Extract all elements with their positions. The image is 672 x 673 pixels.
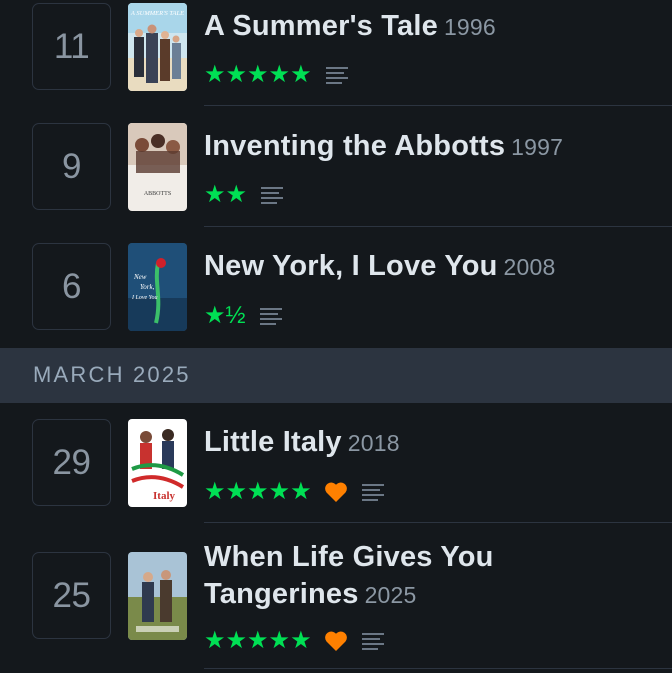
entry-meta: ★★★★★: [204, 479, 384, 505]
review-lines-icon[interactable]: [361, 632, 384, 650]
film-title[interactable]: Tangerines 2025: [204, 576, 664, 613]
review-lines-icon[interactable]: [259, 307, 282, 325]
diary-list: 11 A SUMMER'S TALE A Summer's Tale 1996 ★…: [0, 0, 672, 673]
poster-art: New York, I Love You: [128, 243, 187, 331]
film-title-text[interactable]: New York, I Love You: [204, 250, 498, 282]
month-label: MARCH 2025: [33, 362, 191, 387]
month-header: MARCH 2025: [0, 348, 672, 403]
film-title-text[interactable]: Little Italy: [204, 426, 342, 458]
divider: [204, 105, 672, 106]
film-poster[interactable]: Italy: [128, 419, 187, 507]
film-title[interactable]: New York, I Love You 2008: [204, 248, 664, 285]
poster-title: A SUMMER'S TALE: [130, 10, 184, 17]
film-poster[interactable]: New York, I Love You: [128, 243, 187, 331]
divider: [204, 668, 672, 669]
day-number[interactable]: 25: [32, 552, 111, 639]
rating-stars: ★★: [204, 181, 248, 208]
film-title-text-line1[interactable]: When Life Gives You: [204, 541, 494, 573]
film-title-text[interactable]: Inventing the Abbotts: [204, 130, 505, 162]
poster-title: ABBOTTS: [144, 191, 171, 197]
film-title-text[interactable]: A Summer's Tale: [204, 10, 438, 42]
day-number[interactable]: 9: [32, 123, 111, 210]
film-title[interactable]: A Summer's Tale 1996: [204, 8, 664, 45]
film-poster[interactable]: A SUMMER'S TALE: [128, 3, 187, 91]
film-title-text-line2[interactable]: Tangerines: [204, 578, 359, 610]
heart-icon[interactable]: [324, 481, 348, 503]
film-year[interactable]: 2018: [348, 430, 400, 456]
review-lines-icon[interactable]: [361, 483, 384, 501]
film-title[interactable]: When Life Gives You: [204, 539, 664, 575]
day-number[interactable]: 6: [32, 243, 111, 330]
entry-meta: ★★★★★: [204, 628, 384, 654]
divider: [204, 226, 672, 227]
heart-icon[interactable]: [324, 630, 348, 652]
entry-meta: ★★: [204, 181, 284, 208]
poster-art: Italy: [128, 419, 187, 507]
poster-art: ABBOTTS: [128, 123, 187, 211]
film-poster[interactable]: ABBOTTS: [128, 123, 187, 211]
svg-text:York,: York,: [140, 283, 155, 291]
rating-stars: ★★★★★: [204, 478, 312, 505]
film-title[interactable]: Little Italy 2018: [204, 424, 664, 461]
rating-stars: ★★★★★: [204, 61, 312, 88]
rating-stars: ★½: [204, 302, 246, 329]
entry-meta: ★½: [204, 303, 282, 329]
film-poster[interactable]: [128, 552, 187, 640]
poster-art: A SUMMER'S TALE: [128, 3, 187, 91]
entry-meta: ★★★★★: [204, 62, 348, 88]
film-year[interactable]: 2008: [504, 254, 556, 280]
svg-text:New: New: [133, 273, 147, 281]
film-title[interactable]: Inventing the Abbotts 1997: [204, 128, 664, 165]
review-lines-icon[interactable]: [261, 186, 284, 204]
film-year[interactable]: 1997: [511, 134, 563, 160]
svg-text:Italy: Italy: [153, 490, 176, 502]
review-lines-icon[interactable]: [325, 66, 348, 84]
day-number[interactable]: 11: [32, 3, 111, 90]
rating-stars: ★★★★★: [204, 627, 312, 654]
divider: [204, 522, 672, 523]
svg-text:I Love You: I Love You: [131, 295, 157, 301]
film-year[interactable]: 2025: [365, 582, 417, 608]
poster-art: [128, 552, 187, 640]
film-year[interactable]: 1996: [444, 14, 496, 40]
day-number[interactable]: 29: [32, 419, 111, 506]
